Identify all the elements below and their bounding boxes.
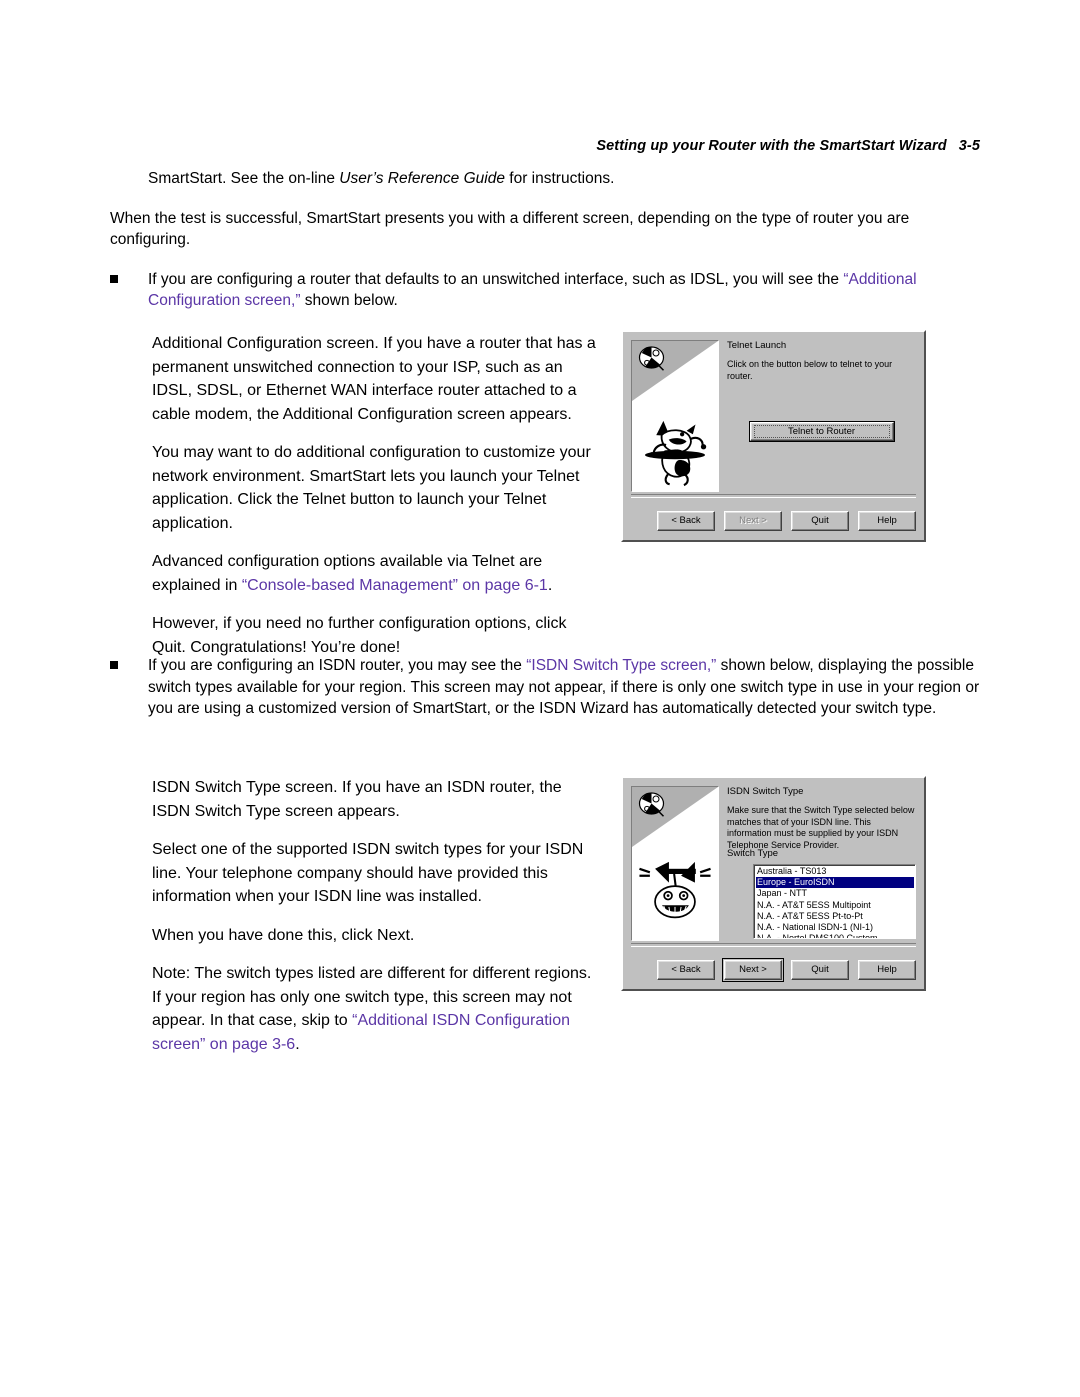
isdn-dialog-title: ISDN Switch Type bbox=[727, 786, 804, 797]
quit-button[interactable]: Quit bbox=[791, 511, 849, 531]
note-tail: . bbox=[295, 1035, 300, 1053]
isdn-para-2: Select one of the supported ISDN switch … bbox=[152, 841, 584, 905]
additional-config-para-1: Additional Configuration screen. If you … bbox=[152, 335, 596, 423]
isdn-para-1: ISDN Switch Type screen. If you have an … bbox=[152, 779, 562, 820]
wizard-artwork-panel bbox=[631, 786, 719, 941]
isdn-dialog-content: ISDN Switch Type Make sure that the Swit… bbox=[727, 786, 916, 941]
switch-type-option[interactable]: N.A. - National ISDN-1 (NI-1) bbox=[756, 922, 915, 933]
bullet-square-icon bbox=[110, 269, 148, 292]
bullet-text: If you are configuring a router that def… bbox=[148, 269, 982, 312]
switch-type-option[interactable]: N.A. - Nortel DMS100 Custom bbox=[756, 933, 915, 938]
paragraph-continuation: SmartStart. See the on-line User’s Refer… bbox=[148, 168, 982, 190]
switch-type-listbox[interactable]: Australia - TS013 Europe - EuroISDN Japa… bbox=[753, 864, 916, 939]
bullet-square-icon bbox=[110, 655, 148, 678]
bullet-text: If you are configuring an ISDN router, y… bbox=[148, 655, 982, 720]
mascot-illustration-horn-blower bbox=[636, 853, 714, 926]
xref-console-based-management[interactable]: “Console-based Management” on page 6-1 bbox=[242, 577, 548, 594]
telnet-to-router-button-label: Telnet to Router bbox=[787, 426, 856, 437]
bullet2-lead: If you are configuring an ISDN router, y… bbox=[148, 657, 527, 674]
running-header-title: Setting up your Router with the SmartSta… bbox=[596, 138, 947, 154]
dialog-separator bbox=[631, 943, 916, 947]
isdn-para-4-note: Note: The switch types listed are differ… bbox=[152, 962, 604, 1056]
switch-type-label: Switch Type bbox=[727, 848, 779, 859]
page-folio: 3-5 bbox=[958, 138, 980, 154]
back-button[interactable]: < Back bbox=[657, 960, 715, 980]
switch-type-option[interactable]: N.A. - AT&T 5ESS Multipoint bbox=[756, 900, 915, 911]
bullet-item-isdn: If you are configuring an ISDN router, y… bbox=[110, 655, 982, 720]
telnet-launch-dialog[interactable]: Telnet Launch Click on the button below … bbox=[621, 330, 926, 542]
additional-configuration-description: Additional Configuration screen. If you … bbox=[152, 332, 604, 659]
advanced-options-tail: . bbox=[547, 576, 553, 594]
isdn-dialog-button-row: < Back Next > Quit Help bbox=[631, 958, 916, 982]
isdn-dialog-description: Make sure that the Switch Type selected … bbox=[727, 805, 915, 850]
next-button: Next > bbox=[724, 511, 782, 531]
mascot-shadow bbox=[644, 447, 706, 465]
switch-type-option[interactable]: Japan - NTT bbox=[756, 888, 915, 899]
telnet-dialog-button-row: < Back Next > Quit Help bbox=[631, 511, 916, 533]
switch-type-option[interactable]: N.A. - AT&T 5ESS Pt-to-Pt bbox=[756, 911, 915, 922]
continuation-lead: SmartStart. See the on-line bbox=[148, 170, 340, 187]
dialog-separator bbox=[631, 494, 916, 498]
additional-config-para-2: You may want to do additional configurat… bbox=[152, 444, 591, 532]
xref-isdn-switch-type-screen[interactable]: “ISDN Switch Type screen,” bbox=[526, 657, 716, 674]
isdn-bullet-block: If you are configuring an ISDN router, y… bbox=[110, 655, 982, 720]
bullet1-lead: If you are configuring a router that def… bbox=[148, 270, 844, 288]
telnet-dialog-title: Telnet Launch bbox=[727, 340, 787, 351]
document-page: Setting up your Router with the SmartSta… bbox=[0, 0, 1080, 1397]
isdn-switch-type-description: ISDN Switch Type screen. If you have an … bbox=[152, 776, 604, 1056]
bullet1-tail: shown below. bbox=[300, 292, 398, 309]
wizard-artwork-panel bbox=[631, 340, 719, 492]
switch-type-option[interactable]: Australia - TS013 bbox=[756, 866, 915, 877]
isdn-para-3: When you have done this, click Next. bbox=[152, 926, 415, 944]
help-button[interactable]: Help bbox=[858, 960, 916, 980]
running-header: Setting up your Router with the SmartSta… bbox=[110, 138, 980, 154]
telnet-to-router-button[interactable]: Telnet to Router bbox=[748, 421, 895, 442]
paragraph-test-success: When the test is successful, SmartStart … bbox=[110, 209, 910, 249]
bullet-item-unswitched: If you are configuring a router that def… bbox=[110, 269, 982, 312]
company-logo-icon bbox=[638, 346, 668, 372]
telnet-dialog-description: Click on the button below to telnet to y… bbox=[727, 359, 893, 381]
additional-config-para-4: However, if you need no further configur… bbox=[152, 615, 567, 656]
quit-button[interactable]: Quit bbox=[791, 960, 849, 980]
isdn-switch-type-dialog[interactable]: ISDN Switch Type Make sure that the Swit… bbox=[621, 776, 926, 991]
reference-guide-title: User’s Reference Guide bbox=[339, 170, 505, 187]
company-logo-icon bbox=[638, 792, 668, 818]
switch-type-option-selected[interactable]: Europe - EuroISDN bbox=[756, 877, 914, 889]
intro-text-block: SmartStart. See the on-line User’s Refer… bbox=[110, 168, 982, 312]
telnet-dialog-content: Telnet Launch Click on the button below … bbox=[727, 340, 916, 492]
help-button[interactable]: Help bbox=[858, 511, 916, 531]
additional-config-para-3: Advanced configuration options available… bbox=[152, 550, 604, 597]
next-button[interactable]: Next > bbox=[722, 958, 784, 982]
back-button[interactable]: < Back bbox=[657, 511, 715, 531]
continuation-tail: for instructions. bbox=[504, 170, 615, 187]
